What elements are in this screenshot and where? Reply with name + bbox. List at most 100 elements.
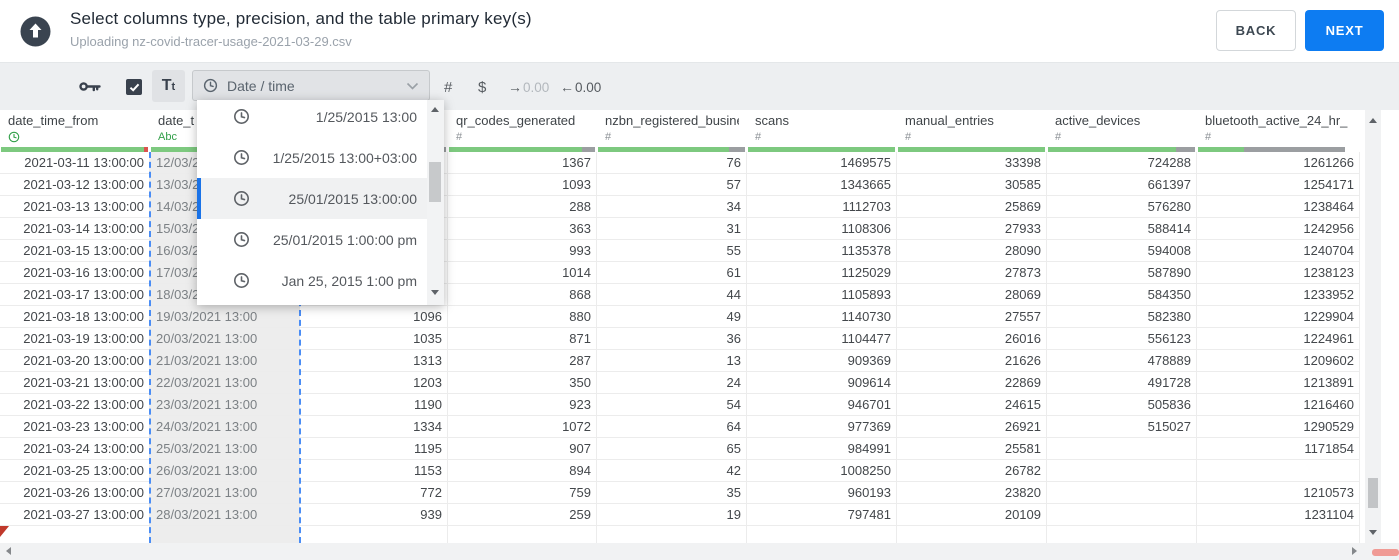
format-option[interactable]: Jan 25, 2015 1:00 pm: [197, 260, 427, 301]
table-cell[interactable]: 1231104: [1197, 504, 1360, 526]
table-cell[interactable]: 2021-03-24 13:00:00: [0, 438, 150, 460]
table-cell[interactable]: 923: [448, 394, 597, 416]
table-cell[interactable]: 26921: [897, 416, 1047, 438]
table-cell[interactable]: 984991: [747, 438, 897, 460]
table-cell[interactable]: 1254171: [1197, 174, 1360, 196]
table-cell[interactable]: 30585: [897, 174, 1047, 196]
table-cell[interactable]: 26/03/2021 13:00: [150, 460, 300, 482]
table-cell[interactable]: 993: [448, 240, 597, 262]
table-cell[interactable]: 1035: [300, 328, 448, 350]
format-option[interactable]: 25/01/2015 13:00:00: [197, 178, 427, 219]
table-cell[interactable]: 2021-03-25 13:00:00: [0, 460, 150, 482]
table-cell[interactable]: 57: [597, 174, 747, 196]
currency-type-button[interactable]: $: [478, 63, 486, 111]
table-cell[interactable]: 2021-03-11 13:00:00: [0, 152, 150, 174]
table-cell[interactable]: 977369: [747, 416, 897, 438]
table-cell[interactable]: 661397: [1047, 174, 1197, 196]
table-cell[interactable]: [1047, 504, 1197, 526]
table-cell[interactable]: 26782: [897, 460, 1047, 482]
table-cell[interactable]: 25581: [897, 438, 1047, 460]
table-cell[interactable]: 55: [597, 240, 747, 262]
table-cell[interactable]: 797481: [747, 504, 897, 526]
next-button[interactable]: NEXT: [1305, 10, 1384, 51]
table-cell[interactable]: 556123: [1047, 328, 1197, 350]
column-header-qr_codes_generated[interactable]: qr_codes_generated #: [448, 110, 597, 152]
table-cell[interactable]: [1047, 460, 1197, 482]
table-cell[interactable]: 2021-03-18 13:00:00: [0, 306, 150, 328]
back-button[interactable]: BACK: [1216, 10, 1296, 51]
table-cell[interactable]: 1140730: [747, 306, 897, 328]
scroll-down-icon[interactable]: [1369, 530, 1377, 535]
table-cell[interactable]: 65: [597, 438, 747, 460]
table-cell[interactable]: 20109: [897, 504, 1047, 526]
table-cell[interactable]: [1047, 438, 1197, 460]
table-cell[interactable]: 1190: [300, 394, 448, 416]
table-cell[interactable]: 2021-03-27 13:00:00: [0, 504, 150, 526]
table-cell[interactable]: 33398: [897, 152, 1047, 174]
table-cell[interactable]: 594008: [1047, 240, 1197, 262]
table-cell[interactable]: 19: [597, 504, 747, 526]
table-cell[interactable]: 2021-03-22 13:00:00: [0, 394, 150, 416]
table-cell[interactable]: 1240704: [1197, 240, 1360, 262]
format-option[interactable]: 1/25/2015 13:00: [197, 100, 427, 137]
table-cell[interactable]: 26016: [897, 328, 1047, 350]
table-cell[interactable]: 1135378: [747, 240, 897, 262]
table-cell[interactable]: 491728: [1047, 372, 1197, 394]
table-cell[interactable]: 24: [597, 372, 747, 394]
table-cell[interactable]: 27/03/2021 13:00: [150, 482, 300, 504]
table-cell[interactable]: 2021-03-13 13:00:00: [0, 196, 150, 218]
table-cell[interactable]: 724288: [1047, 152, 1197, 174]
table-cell[interactable]: 34: [597, 196, 747, 218]
vertical-scroll-thumb[interactable]: [1368, 478, 1378, 508]
table-cell[interactable]: 28/03/2021 13:00: [150, 504, 300, 526]
table-cell[interactable]: 1125029: [747, 262, 897, 284]
table-cell[interactable]: 1209602: [1197, 350, 1360, 372]
table-cell[interactable]: 1108306: [747, 218, 897, 240]
table-cell[interactable]: 287: [448, 350, 597, 372]
table-cell[interactable]: 28069: [897, 284, 1047, 306]
table-cell[interactable]: 27557: [897, 306, 1047, 328]
table-cell[interactable]: 1171854: [1197, 438, 1360, 460]
table-cell[interactable]: 2021-03-15 13:00:00: [0, 240, 150, 262]
table-cell[interactable]: 27933: [897, 218, 1047, 240]
table-cell[interactable]: 27873: [897, 262, 1047, 284]
table-cell[interactable]: 2021-03-19 13:00:00: [0, 328, 150, 350]
increase-decimal-button[interactable]: → 0.00: [508, 63, 549, 111]
table-cell[interactable]: 871: [448, 328, 597, 350]
vertical-scrollbar[interactable]: [1365, 110, 1381, 543]
primary-key-icon[interactable]: [79, 80, 101, 93]
table-cell[interactable]: [1047, 482, 1197, 504]
table-cell[interactable]: 288: [448, 196, 597, 218]
table-cell[interactable]: 1290529: [1197, 416, 1360, 438]
table-cell[interactable]: 13: [597, 350, 747, 372]
table-cell[interactable]: 2021-03-20 13:00:00: [0, 350, 150, 372]
column-header-bluetooth_active_24_hr_[interactable]: bluetooth_active_24_hr_ #: [1197, 110, 1360, 152]
table-cell[interactable]: 1469575: [747, 152, 897, 174]
table-cell[interactable]: 42: [597, 460, 747, 482]
table-cell[interactable]: 24615: [897, 394, 1047, 416]
table-cell[interactable]: 1112703: [747, 196, 897, 218]
number-type-button[interactable]: #: [444, 63, 452, 111]
table-cell[interactable]: 36: [597, 328, 747, 350]
table-cell[interactable]: 21/03/2021 13:00: [150, 350, 300, 372]
table-cell[interactable]: 1242956: [1197, 218, 1360, 240]
table-cell[interactable]: 1229904: [1197, 306, 1360, 328]
format-option[interactable]: 25/01/2015 1:00:00 pm: [197, 219, 427, 260]
table-cell[interactable]: 49: [597, 306, 747, 328]
format-menu-scrollbar[interactable]: [427, 100, 444, 305]
table-cell[interactable]: 587890: [1047, 262, 1197, 284]
table-cell[interactable]: 76: [597, 152, 747, 174]
table-cell[interactable]: 1104477: [747, 328, 897, 350]
table-cell[interactable]: 894: [448, 460, 597, 482]
table-cell[interactable]: 1367: [448, 152, 597, 174]
table-cell[interactable]: 2021-03-26 13:00:00: [0, 482, 150, 504]
table-cell[interactable]: 960193: [747, 482, 897, 504]
column-header-date_time_from[interactable]: date_time_from: [0, 110, 150, 152]
scroll-right-icon[interactable]: [1352, 547, 1357, 555]
table-cell[interactable]: 21626: [897, 350, 1047, 372]
table-cell[interactable]: 1105893: [747, 284, 897, 306]
table-cell[interactable]: 25869: [897, 196, 1047, 218]
table-cell[interactable]: 1014: [448, 262, 597, 284]
table-cell[interactable]: 22869: [897, 372, 1047, 394]
table-cell[interactable]: 23/03/2021 13:00: [150, 394, 300, 416]
